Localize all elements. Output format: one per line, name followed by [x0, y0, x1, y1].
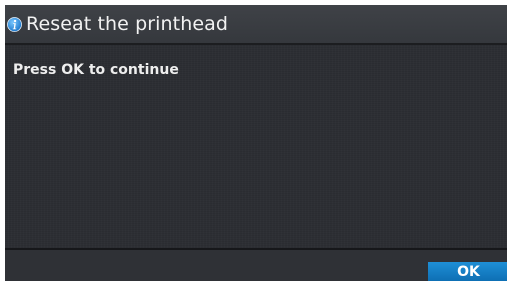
- dialog-message: Press OK to continue: [13, 62, 179, 78]
- dialog-title: Reseat the printhead: [26, 13, 229, 35]
- info-icon: [7, 16, 22, 32]
- printer-panel-screen: Reseat the printhead Press OK to continu…: [5, 5, 507, 281]
- dialog-title-bar: Reseat the printhead: [5, 5, 507, 45]
- ok-button[interactable]: OK: [428, 262, 507, 281]
